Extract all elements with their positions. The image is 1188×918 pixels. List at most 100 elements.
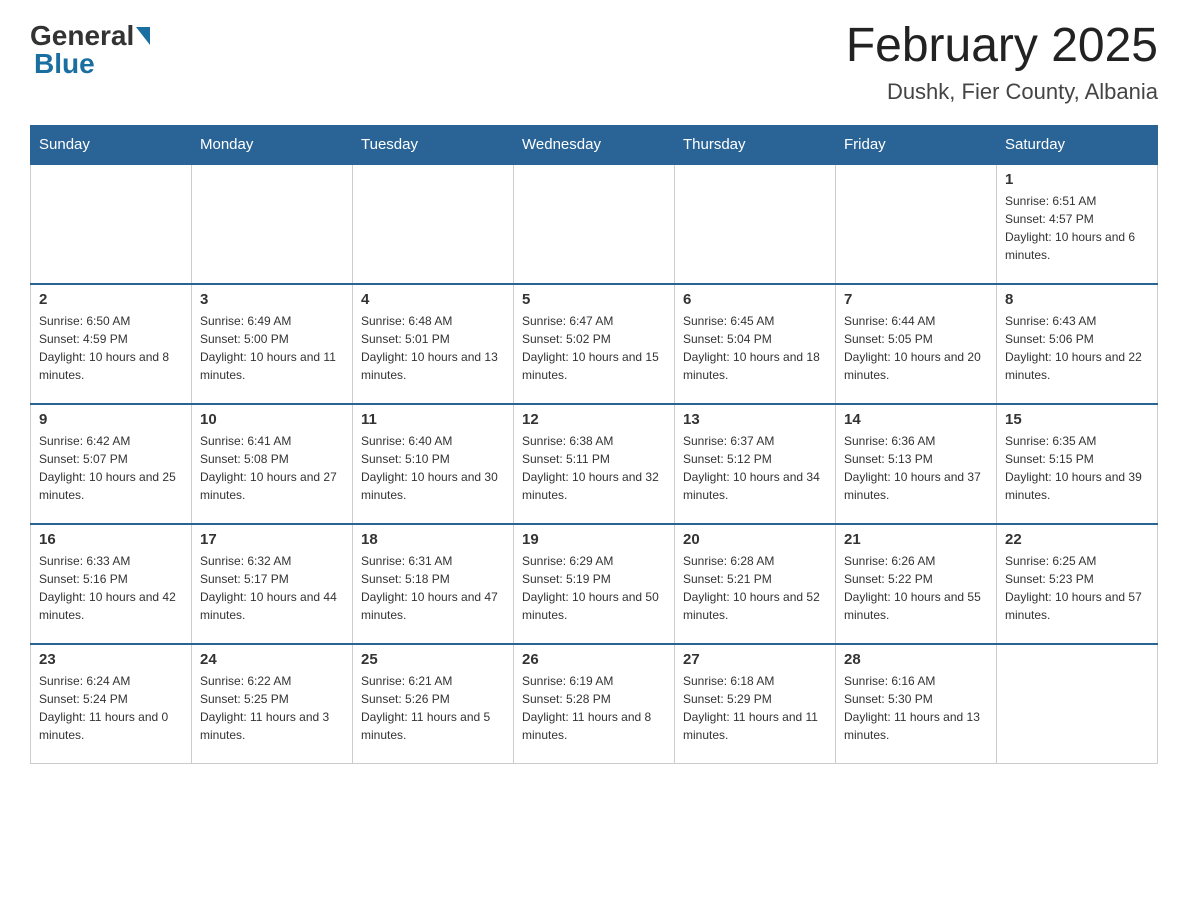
day-info: Sunrise: 6:41 AM Sunset: 5:08 PM Dayligh… bbox=[200, 432, 344, 504]
day-number: 6 bbox=[683, 291, 827, 308]
calendar-cell bbox=[997, 644, 1158, 764]
day-info: Sunrise: 6:40 AM Sunset: 5:10 PM Dayligh… bbox=[361, 432, 505, 504]
calendar-cell bbox=[353, 164, 514, 284]
calendar-cell: 4 Sunrise: 6:48 AM Sunset: 5:01 PM Daylig… bbox=[353, 284, 514, 404]
calendar-cell: 15 Sunrise: 6:35 AM Sunset: 5:15 PM Dayli… bbox=[997, 404, 1158, 524]
day-number: 14 bbox=[844, 411, 988, 428]
weekday-header-friday: Friday bbox=[836, 125, 997, 164]
calendar-cell: 3Sunrise: 6:49 AM Sunset: 5:00 PM Daylig… bbox=[192, 284, 353, 404]
day-number: 24 bbox=[200, 651, 344, 668]
day-number: 18 bbox=[361, 531, 505, 548]
calendar-cell: 16 Sunrise: 6:33 AM Sunset: 5:16 PM Dayli… bbox=[31, 524, 192, 644]
calendar-cell: 11 Sunrise: 6:40 AM Sunset: 5:10 PM Dayli… bbox=[353, 404, 514, 524]
day-number: 4 bbox=[361, 291, 505, 308]
day-number: 17 bbox=[200, 531, 344, 548]
day-number: 15 bbox=[1005, 411, 1149, 428]
day-number: 11 bbox=[361, 411, 505, 428]
calendar-cell bbox=[31, 164, 192, 284]
calendar-cell: 14 Sunrise: 6:36 AM Sunset: 5:13 PM Dayli… bbox=[836, 404, 997, 524]
day-number: 1 bbox=[1005, 171, 1149, 188]
logo-blue-text: Blue bbox=[34, 48, 95, 79]
day-info: Sunrise: 6:24 AM Sunset: 5:24 PM Dayligh… bbox=[39, 672, 183, 744]
calendar-cell: 21 Sunrise: 6:26 AM Sunset: 5:22 PM Dayli… bbox=[836, 524, 997, 644]
day-number: 5 bbox=[522, 291, 666, 308]
day-info: Sunrise: 6:51 AM Sunset: 4:57 PM Dayligh… bbox=[1005, 192, 1149, 264]
day-info: Sunrise: 6:47 AM Sunset: 5:02 PM Dayligh… bbox=[522, 312, 666, 384]
calendar-table: SundayMondayTuesdayWednesdayThursdayFrid… bbox=[30, 125, 1158, 765]
day-info: Sunrise: 6:32 AM Sunset: 5:17 PM Dayligh… bbox=[200, 552, 344, 624]
day-number: 22 bbox=[1005, 531, 1149, 548]
day-info: Sunrise: 6:50 AM Sunset: 4:59 PM Dayligh… bbox=[39, 312, 183, 384]
day-number: 8 bbox=[1005, 291, 1149, 308]
day-info: Sunrise: 6:48 AM Sunset: 5:01 PM Dayligh… bbox=[361, 312, 505, 384]
week-row-4: 16 Sunrise: 6:33 AM Sunset: 5:16 PM Dayli… bbox=[31, 524, 1158, 644]
day-number: 13 bbox=[683, 411, 827, 428]
day-info: Sunrise: 6:43 AM Sunset: 5:06 PM Dayligh… bbox=[1005, 312, 1149, 384]
day-info: Sunrise: 6:38 AM Sunset: 5:11 PM Dayligh… bbox=[522, 432, 666, 504]
day-number: 23 bbox=[39, 651, 183, 668]
calendar-cell bbox=[675, 164, 836, 284]
week-row-1: 1 Sunrise: 6:51 AM Sunset: 4:57 PM Daylig… bbox=[31, 164, 1158, 284]
calendar-cell: 27 Sunrise: 6:18 AM Sunset: 5:29 PM Dayli… bbox=[675, 644, 836, 764]
day-number: 28 bbox=[844, 651, 988, 668]
day-number: 25 bbox=[361, 651, 505, 668]
week-row-3: 9 Sunrise: 6:42 AM Sunset: 5:07 PM Daylig… bbox=[31, 404, 1158, 524]
calendar-cell: 6Sunrise: 6:45 AM Sunset: 5:04 PM Daylig… bbox=[675, 284, 836, 404]
day-number: 26 bbox=[522, 651, 666, 668]
day-number: 16 bbox=[39, 531, 183, 548]
day-number: 2 bbox=[39, 291, 183, 308]
calendar-cell: 13 Sunrise: 6:37 AM Sunset: 5:12 PM Dayli… bbox=[675, 404, 836, 524]
week-row-2: 2 Sunrise: 6:50 AM Sunset: 4:59 PM Daylig… bbox=[31, 284, 1158, 404]
day-info: Sunrise: 6:16 AM Sunset: 5:30 PM Dayligh… bbox=[844, 672, 988, 744]
weekday-header-monday: Monday bbox=[192, 125, 353, 164]
day-info: Sunrise: 6:22 AM Sunset: 5:25 PM Dayligh… bbox=[200, 672, 344, 744]
day-info: Sunrise: 6:49 AM Sunset: 5:00 PM Dayligh… bbox=[200, 312, 344, 384]
day-number: 9 bbox=[39, 411, 183, 428]
day-info: Sunrise: 6:35 AM Sunset: 5:15 PM Dayligh… bbox=[1005, 432, 1149, 504]
calendar-cell: 17 Sunrise: 6:32 AM Sunset: 5:17 PM Dayli… bbox=[192, 524, 353, 644]
week-row-5: 23 Sunrise: 6:24 AM Sunset: 5:24 PM Dayli… bbox=[31, 644, 1158, 764]
day-number: 21 bbox=[844, 531, 988, 548]
day-info: Sunrise: 6:33 AM Sunset: 5:16 PM Dayligh… bbox=[39, 552, 183, 624]
calendar-cell: 23 Sunrise: 6:24 AM Sunset: 5:24 PM Dayli… bbox=[31, 644, 192, 764]
day-number: 10 bbox=[200, 411, 344, 428]
calendar-cell: 20 Sunrise: 6:28 AM Sunset: 5:21 PM Dayli… bbox=[675, 524, 836, 644]
calendar-cell: 10 Sunrise: 6:41 AM Sunset: 5:08 PM Dayli… bbox=[192, 404, 353, 524]
calendar-cell bbox=[514, 164, 675, 284]
day-info: Sunrise: 6:21 AM Sunset: 5:26 PM Dayligh… bbox=[361, 672, 505, 744]
day-info: Sunrise: 6:37 AM Sunset: 5:12 PM Dayligh… bbox=[683, 432, 827, 504]
day-number: 7 bbox=[844, 291, 988, 308]
month-title: February 2025 bbox=[846, 20, 1158, 73]
calendar-cell: 1 Sunrise: 6:51 AM Sunset: 4:57 PM Daylig… bbox=[997, 164, 1158, 284]
day-info: Sunrise: 6:31 AM Sunset: 5:18 PM Dayligh… bbox=[361, 552, 505, 624]
day-number: 19 bbox=[522, 531, 666, 548]
weekday-header-row: SundayMondayTuesdayWednesdayThursdayFrid… bbox=[31, 125, 1158, 164]
title-block: February 2025 Dushk, Fier County, Albani… bbox=[846, 20, 1158, 105]
day-info: Sunrise: 6:44 AM Sunset: 5:05 PM Dayligh… bbox=[844, 312, 988, 384]
weekday-header-wednesday: Wednesday bbox=[514, 125, 675, 164]
day-number: 20 bbox=[683, 531, 827, 548]
logo: General Blue bbox=[30, 20, 152, 80]
calendar-cell: 9 Sunrise: 6:42 AM Sunset: 5:07 PM Daylig… bbox=[31, 404, 192, 524]
day-info: Sunrise: 6:19 AM Sunset: 5:28 PM Dayligh… bbox=[522, 672, 666, 744]
day-info: Sunrise: 6:42 AM Sunset: 5:07 PM Dayligh… bbox=[39, 432, 183, 504]
calendar-cell: 25 Sunrise: 6:21 AM Sunset: 5:26 PM Dayli… bbox=[353, 644, 514, 764]
calendar-cell: 12 Sunrise: 6:38 AM Sunset: 5:11 PM Dayli… bbox=[514, 404, 675, 524]
day-info: Sunrise: 6:28 AM Sunset: 5:21 PM Dayligh… bbox=[683, 552, 827, 624]
page-header: General Blue February 2025 Dushk, Fier C… bbox=[30, 20, 1158, 105]
weekday-header-saturday: Saturday bbox=[997, 125, 1158, 164]
day-number: 27 bbox=[683, 651, 827, 668]
calendar-cell: 24 Sunrise: 6:22 AM Sunset: 5:25 PM Dayli… bbox=[192, 644, 353, 764]
logo-arrow-icon bbox=[136, 27, 150, 45]
calendar-cell bbox=[836, 164, 997, 284]
day-info: Sunrise: 6:25 AM Sunset: 5:23 PM Dayligh… bbox=[1005, 552, 1149, 624]
calendar-cell: 5 Sunrise: 6:47 AM Sunset: 5:02 PM Daylig… bbox=[514, 284, 675, 404]
location-title: Dushk, Fier County, Albania bbox=[846, 79, 1158, 105]
day-number: 12 bbox=[522, 411, 666, 428]
calendar-cell: 22 Sunrise: 6:25 AM Sunset: 5:23 PM Dayli… bbox=[997, 524, 1158, 644]
day-info: Sunrise: 6:29 AM Sunset: 5:19 PM Dayligh… bbox=[522, 552, 666, 624]
day-info: Sunrise: 6:36 AM Sunset: 5:13 PM Dayligh… bbox=[844, 432, 988, 504]
day-info: Sunrise: 6:26 AM Sunset: 5:22 PM Dayligh… bbox=[844, 552, 988, 624]
calendar-cell: 2 Sunrise: 6:50 AM Sunset: 4:59 PM Daylig… bbox=[31, 284, 192, 404]
day-info: Sunrise: 6:18 AM Sunset: 5:29 PM Dayligh… bbox=[683, 672, 827, 744]
